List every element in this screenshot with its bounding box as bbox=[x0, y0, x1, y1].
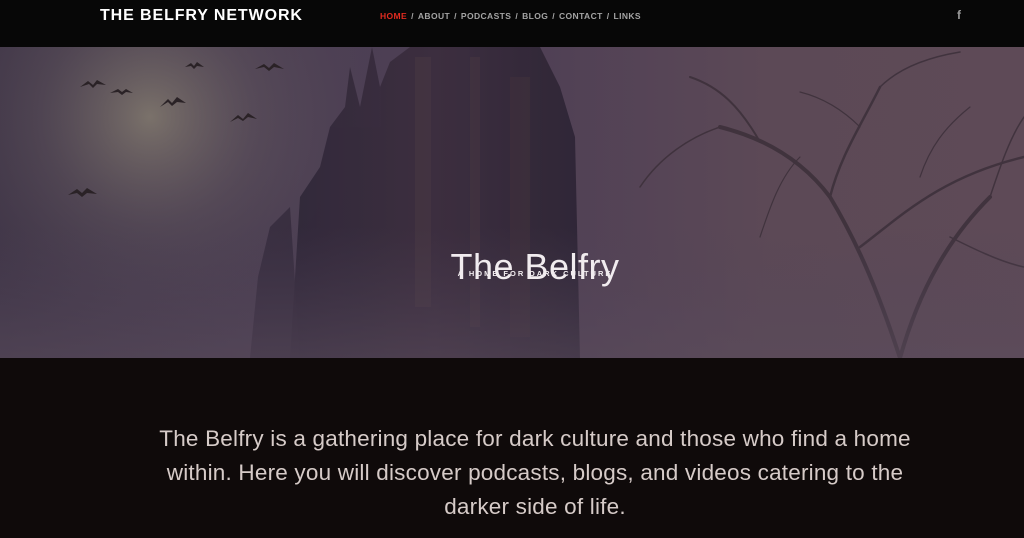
nav-separator: / bbox=[552, 11, 555, 21]
nav-blog[interactable]: BLOG bbox=[522, 11, 548, 21]
site-logo[interactable]: THE BELFRY NETWORK bbox=[100, 7, 303, 25]
nav-separator: / bbox=[606, 11, 610, 21]
intro-section: The Belfry is a gathering place for dark… bbox=[0, 358, 1024, 538]
nav-separator: / bbox=[411, 11, 414, 21]
hero-subtitle: A HOME FOR DARK CULTURE bbox=[457, 269, 613, 278]
nav-separator: / bbox=[454, 11, 457, 21]
nav-links[interactable]: LINKS bbox=[613, 11, 641, 21]
nav-podcasts[interactable]: PODCASTS bbox=[461, 11, 511, 21]
nav-home[interactable]: HOME bbox=[380, 11, 407, 21]
main-nav: HOME / ABOUT / PODCASTS / BLOG / CONTACT… bbox=[380, 11, 641, 21]
nav-about[interactable]: ABOUT bbox=[418, 11, 450, 21]
facebook-icon[interactable]: f bbox=[957, 8, 961, 22]
nav-separator: / bbox=[515, 11, 519, 21]
hero-banner: The Belfry A HOME FOR DARK CULTURE bbox=[0, 47, 1024, 358]
page: THE BELFRY NETWORK HOME / ABOUT / PODCAS… bbox=[0, 0, 1024, 538]
hero-title: The Belfry bbox=[450, 246, 620, 288]
intro-paragraph: The Belfry is a gathering place for dark… bbox=[159, 426, 911, 519]
hero-background-image bbox=[0, 47, 1024, 358]
site-header: THE BELFRY NETWORK HOME / ABOUT / PODCAS… bbox=[0, 0, 1024, 47]
nav-contact[interactable]: CONTACT bbox=[559, 11, 603, 21]
